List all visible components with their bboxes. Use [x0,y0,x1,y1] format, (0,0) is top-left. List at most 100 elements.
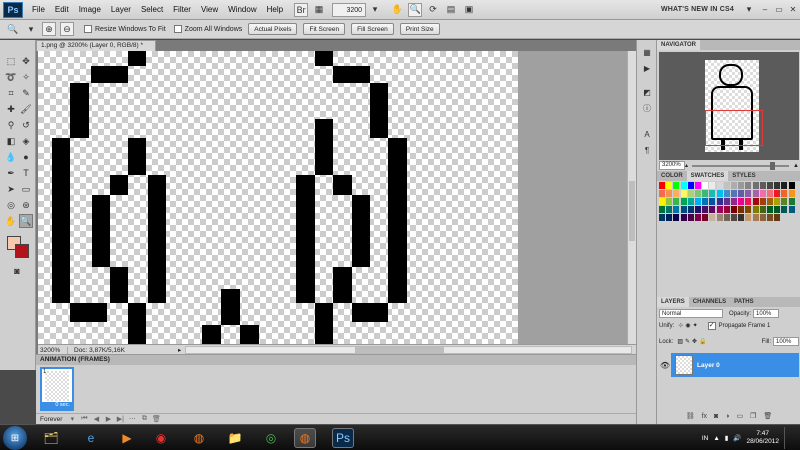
color-swatch[interactable] [659,190,665,197]
color-swatch[interactable] [695,190,701,197]
file-explorer-icon[interactable]: 🗂 [40,428,62,448]
color-swatch[interactable] [774,198,781,205]
color-swatch[interactable] [673,206,680,213]
color-swatch[interactable] [659,206,665,213]
zoom-in-icon[interactable]: ⊕ [42,22,56,36]
delete-layer-icon[interactable]: 🗑 [763,412,772,420]
color-swatch[interactable] [723,198,730,205]
color-swatch[interactable] [673,214,680,221]
delete-frame-icon[interactable]: 🗑 [150,415,162,423]
opacity-field[interactable]: 100% [753,309,780,318]
start-button[interactable]: ⊞ [3,426,27,450]
color-swatch[interactable] [731,206,737,213]
color-swatch[interactable] [738,206,745,213]
color-swatch[interactable] [702,198,709,205]
marquee-tool-icon[interactable]: ⬚ [4,54,18,68]
color-swatch[interactable] [745,214,752,221]
loop-select[interactable]: Forever [36,416,66,423]
media-player-icon[interactable]: ▶ [116,428,138,448]
layer-mask-icon[interactable]: ◙ [714,413,718,420]
zoom-level-field[interactable]: 3200 [332,2,367,17]
checkbox-empty-icon[interactable] [173,25,182,33]
color-swatch[interactable] [723,206,730,213]
checkbox-empty-icon[interactable] [84,25,92,33]
character-icon[interactable]: A [641,128,653,140]
type-tool-icon[interactable]: T [19,166,33,180]
color-swatch[interactable] [680,182,687,189]
lasso-tool-icon[interactable]: ➰ [4,70,18,84]
color-swatch[interactable] [767,206,773,213]
color-swatch[interactable] [752,198,759,205]
color-swatch[interactable] [774,214,781,221]
color-swatch[interactable] [738,182,745,189]
new-group-icon[interactable]: ▭ [737,412,744,420]
color-swatch[interactable] [716,214,723,221]
scroll-thumb[interactable] [629,181,635,241]
menu-image[interactable]: Image [74,0,106,20]
color-swatch[interactable] [680,206,687,213]
color-swatch[interactable] [731,214,737,221]
color-swatch[interactable] [659,214,665,221]
color-swatch[interactable] [666,214,673,221]
view-extras-icon[interactable]: ▦ [312,3,326,17]
lock-position-icon[interactable]: ✥ [692,338,697,345]
zoom-out-small-icon[interactable]: ▴ [685,162,688,169]
color-swatch[interactable] [752,214,759,221]
history-brush-icon[interactable]: ↺ [19,118,33,132]
workspace-dropdown-icon[interactable]: ▾ [742,3,756,17]
color-swatch[interactable] [687,182,694,189]
color-swatch[interactable] [659,198,665,205]
print-size-button[interactable]: Print Size [399,23,440,35]
menu-filter[interactable]: Filter [168,0,196,20]
color-swatch[interactable] [745,206,752,213]
volume-icon[interactable]: 🔊 [733,434,741,442]
color-swatch[interactable] [723,190,730,197]
color-swatch[interactable] [759,190,766,197]
adjustments-icon[interactable]: ◩ [641,86,653,98]
color-swatch[interactable] [695,206,701,213]
navigator-view-box[interactable] [705,110,763,146]
color-swatch[interactable] [702,182,709,189]
tab-navigator[interactable]: NAVIGATOR [657,40,701,50]
show-desktop-button[interactable] [784,427,794,449]
zoom-all-windows-checkbox[interactable]: Zoom All Windows [173,25,242,33]
color-swatch[interactable] [716,182,723,189]
menu-help[interactable]: Help [262,0,288,20]
color-swatch[interactable] [738,190,745,197]
chrome-icon[interactable]: ◎ [260,428,282,448]
hand-tool-icon[interactable]: ✋ [4,214,18,228]
color-swatch[interactable] [702,190,709,197]
color-swatch[interactable] [731,182,737,189]
color-swatch[interactable] [695,198,701,205]
new-layer-icon[interactable]: ❐ [750,412,756,420]
layer-name[interactable]: Layer 0 [697,362,720,369]
color-swatch[interactable] [673,190,680,197]
color-swatch[interactable] [752,182,759,189]
navigator-preview[interactable] [659,52,799,160]
color-swatch[interactable] [745,190,752,197]
3d-rotate-icon[interactable]: ◎ [4,198,18,212]
zoom-in-small-icon[interactable]: ▲ [793,163,799,169]
adjustment-layer-icon[interactable]: ◑ [725,413,729,420]
color-swatch[interactable] [702,214,709,221]
paragraph-icon[interactable]: ¶ [641,144,653,156]
color-swatch[interactable] [759,206,766,213]
3d-orbit-icon[interactable]: ⊛ [19,198,33,212]
actions-icon[interactable]: ▶ [641,62,653,74]
color-swatch[interactable] [680,190,687,197]
internet-explorer-icon[interactable]: e [80,428,102,448]
arrange-documents-icon[interactable]: ▤ [444,3,458,17]
color-swatch[interactable] [738,198,745,205]
bridge-icon[interactable]: Br [294,2,309,17]
pen-tool-icon[interactable]: ✒ [4,166,18,180]
info-icon[interactable]: ⓘ [641,102,653,114]
document-vertical-scrollbar[interactable] [627,51,636,344]
menu-select[interactable]: Select [136,0,168,20]
dodge-tool-icon[interactable]: ● [19,150,33,164]
animation-panel-tab[interactable]: ANIMATION (FRAMES) [36,355,636,365]
folder-icon[interactable]: 📁 [224,428,246,448]
color-swatch[interactable] [788,182,795,189]
color-swatch[interactable] [759,182,766,189]
clock[interactable]: 7:47 28/06/2012 [746,430,779,446]
zoom-tool-icon[interactable]: 🔍 [19,214,33,228]
